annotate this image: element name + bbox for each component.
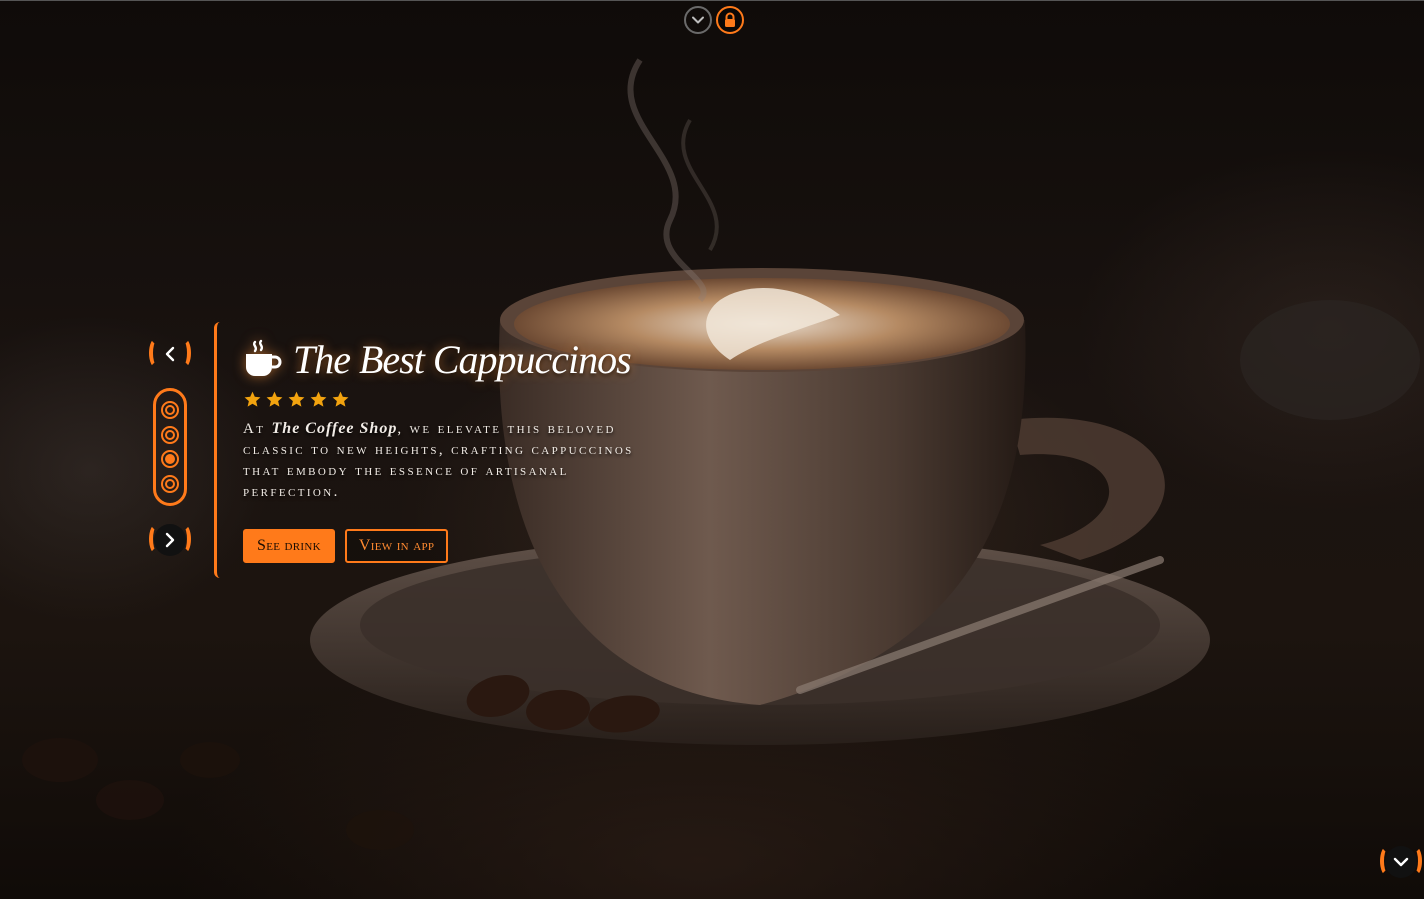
star-icon: [266, 391, 283, 407]
description-prefix: At: [243, 421, 266, 437]
slide-dot-4[interactable]: [161, 474, 179, 493]
slide-indicator: [153, 388, 187, 506]
slide-dot-2[interactable]: [161, 425, 179, 444]
collapse-button[interactable]: [684, 6, 712, 34]
next-slide-button[interactable]: [149, 520, 191, 560]
lock-button[interactable]: [716, 6, 744, 34]
slide-dot-1[interactable]: [161, 401, 179, 420]
star-rating: [243, 390, 683, 412]
previous-slide-button[interactable]: [149, 334, 191, 374]
top-toolbar: [684, 6, 744, 34]
carousel-navigation: [149, 334, 191, 560]
hero-title: The Best Cappuccinos: [293, 336, 632, 382]
scroll-down-button[interactable]: [1380, 842, 1422, 882]
hero-actions: See drink View in app: [243, 529, 683, 563]
slide-dot-3-active[interactable]: [161, 450, 179, 469]
hero-heading: The Best Cappuccinos: [243, 334, 683, 384]
chevron-left-icon: [165, 346, 175, 362]
hero-description: At The Coffee Shop, we elevate this belo…: [243, 418, 663, 503]
chevron-down-icon: [692, 16, 704, 24]
hero-content: The Best Cappuccinos At The Coffee Shop,…: [243, 334, 683, 563]
view-in-app-button[interactable]: View in app: [344, 529, 449, 563]
star-icon: [244, 391, 261, 407]
star-icon: [288, 391, 305, 407]
star-icon: [310, 391, 327, 407]
see-drink-button[interactable]: See drink: [243, 529, 335, 563]
coffee-cup-icon: [246, 339, 282, 376]
content-divider: [214, 322, 220, 578]
shop-name: The Coffee Shop: [271, 420, 398, 437]
lock-icon: [725, 12, 735, 27]
star-icon: [332, 391, 349, 407]
chevron-down-icon: [1393, 857, 1409, 867]
chevron-right-icon: [165, 532, 175, 548]
